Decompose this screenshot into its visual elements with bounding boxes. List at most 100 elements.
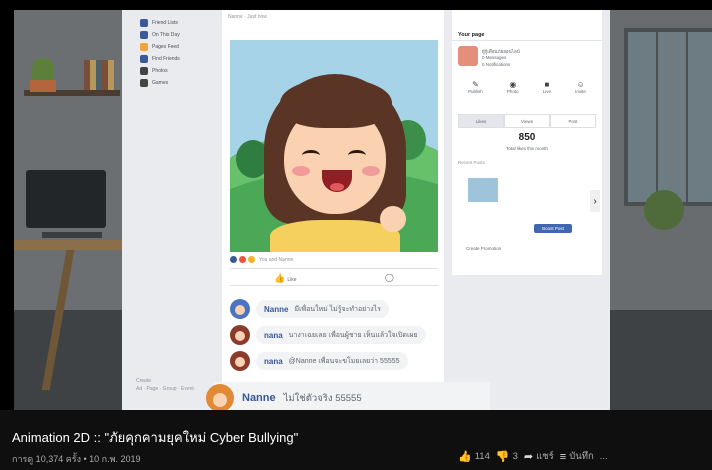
comment-author[interactable]: nana — [264, 357, 283, 366]
video-actions: 👍 114 👎 3 ➦ แชร์ ≡ บันทึก ... — [458, 449, 608, 464]
save-label: บันทึก — [569, 451, 594, 462]
monitor — [26, 170, 106, 228]
chevron-right-icon[interactable]: › — [590, 190, 600, 212]
nav-icon — [140, 19, 148, 27]
nav-label: On This Day — [152, 32, 180, 38]
nav-item[interactable]: Photos — [140, 66, 210, 76]
camera-icon: ◉ — [509, 80, 517, 89]
person-add-icon: ☺ — [576, 80, 585, 89]
post-image[interactable] — [230, 40, 438, 252]
girl-cheek — [362, 166, 380, 176]
room-window — [624, 28, 712, 206]
playlist-add-icon: ≡ — [559, 450, 567, 463]
nav-label: Find Friends — [152, 56, 180, 62]
avatar — [230, 351, 250, 371]
photo-button[interactable]: ◉ Photo — [507, 80, 519, 94]
dislike-button[interactable]: 👎 3 — [496, 450, 518, 463]
comment-bubble: Nanne มีเพื่อนใหม่ ไม่รู้จะทำอย่างไร — [256, 300, 389, 318]
action-label: Live — [542, 89, 552, 94]
overlay-author: Nanne — [242, 392, 276, 404]
recent-post-thumbnail[interactable] — [468, 178, 498, 202]
fb-left-nav: Friend Lists On This Day Pages Feed Find… — [122, 10, 218, 410]
nav-item[interactable]: Games — [140, 78, 210, 88]
comment-text: นางาเฉยเลย เพื่อนผู้ชาย เห็นแล้วใจเปิดเผ… — [288, 331, 418, 339]
like-button[interactable]: 👍 114 — [458, 450, 490, 463]
action-label: Photo — [506, 89, 519, 94]
nav-icon — [140, 31, 148, 39]
nav-label: Friend Lists — [152, 20, 178, 26]
plant-pot — [30, 80, 56, 92]
like-label: Like — [287, 277, 297, 283]
share-label: แชร์ — [536, 451, 554, 462]
boost-post-button[interactable]: Boost Post — [534, 224, 572, 233]
likes-count: 850 — [518, 132, 536, 143]
comment-input-overlay[interactable]: Nanne ไม่ใช่ตัวจริง 55555 — [206, 382, 490, 410]
pencil-icon: ✎ — [472, 80, 479, 89]
keyboard — [42, 232, 102, 238]
nav-item[interactable]: Find Friends — [140, 54, 210, 64]
comment-bubble: nana @Nanne เพื่อนจะขโมยเลยว่า 55555 — [256, 352, 408, 370]
invite-button[interactable]: ☺ Invite — [575, 80, 586, 94]
messages-count[interactable]: 0 Messages — [482, 55, 506, 60]
video-player[interactable]: Friend Lists On This Day Pages Feed Find… — [0, 0, 712, 410]
footer-line: Ad · Page · Group · Event — [136, 386, 194, 392]
create-promotion-link[interactable]: Create Promotion — [466, 246, 501, 251]
like-reaction-icon — [230, 256, 237, 263]
page-quick-actions: ✎ Publish ◉ Photo ■ Live ☺ Invite — [456, 80, 598, 94]
comment-author[interactable]: nana — [264, 331, 283, 340]
save-button[interactable]: ≡ บันทึก — [560, 449, 594, 464]
comment-item: Nanne มีเพื่อนใหม่ ไม่รู้จะทำอย่างไร — [230, 298, 442, 320]
comment-text: มีเพื่อนใหม่ ไม่รู้จะทำอย่างไร — [294, 305, 381, 313]
more-icon: ... — [599, 451, 608, 462]
nav-icon — [140, 67, 148, 75]
nav-item[interactable]: Friend Lists — [140, 18, 210, 28]
page-avatar[interactable] — [458, 46, 478, 66]
notifications-count[interactable]: 0 Notifications — [482, 62, 510, 67]
comment-author[interactable]: Nanne — [264, 305, 288, 314]
desk — [14, 240, 134, 250]
share-icon: ➦ — [523, 451, 534, 463]
recent-posts-title: Recent Posts — [458, 160, 485, 165]
thumbs-down-icon: 👎 — [495, 451, 510, 463]
facebook-screen: Friend Lists On This Day Pages Feed Find… — [122, 10, 610, 410]
comment-item: nana @Nanne เพื่อนจะขโมยเลยว่า 55555 — [230, 350, 442, 372]
video-frame: Friend Lists On This Day Pages Feed Find… — [14, 10, 712, 410]
comment-bubble: nana นางาเฉยเลย เพื่อนผู้ชาย เห็นแล้วใจเ… — [256, 326, 426, 344]
page-name[interactable]: ผู้กู้เตือนภัยออนไลน์ — [482, 48, 520, 55]
nav-item[interactable]: Pages Feed — [140, 42, 210, 52]
avatar — [230, 325, 250, 345]
post-header: Nanne · Just now — [228, 14, 267, 20]
video-title: Animation 2D :: "ภัยคุกคามยุคใหม่ Cyber … — [12, 430, 299, 445]
girl-bangs — [280, 78, 392, 128]
fb-post: Nanne · Just now You and Nanne 👍 Like ◯ … — [222, 10, 444, 410]
action-label: Publish — [468, 89, 483, 94]
footer-line: Create — [136, 378, 152, 384]
publish-button[interactable]: ✎ Publish — [468, 80, 483, 94]
panel-title: Your page — [458, 32, 485, 38]
reactions-bar[interactable]: You and Nanne — [230, 256, 293, 263]
tab-views[interactable]: Views — [504, 114, 550, 128]
action-label: Invite — [575, 89, 586, 94]
tab-post[interactable]: Post — [550, 114, 596, 128]
like-action[interactable]: 👍 Like — [274, 268, 296, 286]
more-button[interactable]: ... — [600, 451, 608, 462]
live-button[interactable]: ■ Live — [543, 80, 551, 94]
tab-likes[interactable]: Likes — [458, 114, 504, 128]
comment-bubble-icon[interactable]: ◯ — [385, 273, 394, 282]
books — [84, 60, 114, 90]
comment-item: nana นางาเฉยเลย เพื่อนผู้ชาย เห็นแล้วใจเ… — [230, 324, 442, 346]
left-footer: Create Ad · Page · Group · Event — [136, 378, 194, 392]
plant-right — [644, 190, 684, 230]
dislike-count: 3 — [512, 451, 518, 462]
post-actions: 👍 Like ◯ — [230, 268, 438, 286]
haha-reaction-icon — [248, 256, 255, 263]
video-meta: การดู 10,374 ครั้ง • 10 ก.พ. 2019 — [12, 454, 141, 464]
likes-count-caption: Total likes this month — [506, 146, 548, 151]
nav-item[interactable]: On This Day — [140, 30, 210, 40]
avatar — [206, 384, 234, 410]
like-count: 114 — [474, 451, 490, 462]
video-icon: ■ — [544, 80, 550, 89]
share-button[interactable]: ➦ แชร์ — [524, 449, 554, 464]
nav-icon — [140, 43, 148, 51]
overlay-text: ไม่ใช่ตัวจริง 55555 — [283, 392, 362, 404]
